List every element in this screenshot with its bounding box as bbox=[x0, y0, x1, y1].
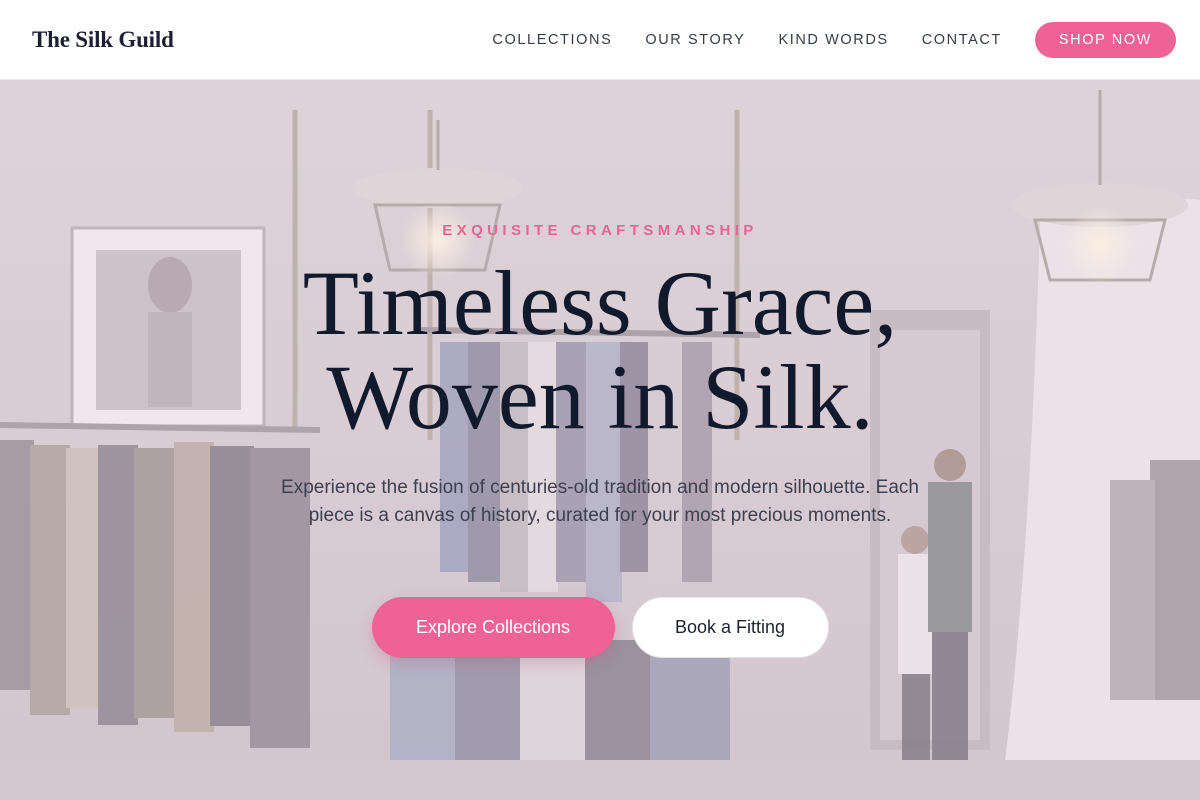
site-header: The Silk Guild COLLECTIONS OUR STORY KIN… bbox=[0, 0, 1200, 80]
hero-cta-group: Explore Collections Book a Fitting bbox=[0, 597, 1200, 658]
nav-contact[interactable]: CONTACT bbox=[922, 32, 1002, 48]
headline-line-1: Timeless Grace, bbox=[302, 252, 898, 354]
hero-headline: Timeless Grace, Woven in Silk. bbox=[0, 256, 1200, 444]
shop-now-button[interactable]: SHOP NOW bbox=[1034, 21, 1176, 58]
nav-collections[interactable]: COLLECTIONS bbox=[492, 32, 612, 48]
headline-line-2: Woven in Silk. bbox=[326, 346, 874, 448]
explore-collections-button[interactable]: Explore Collections bbox=[371, 597, 615, 658]
main-nav: COLLECTIONS OUR STORY KIND WORDS CONTACT bbox=[492, 32, 1001, 48]
hero-eyebrow: EXQUISITE CRAFTSMANSHIP bbox=[442, 222, 758, 239]
book-fitting-button[interactable]: Book a Fitting bbox=[631, 597, 829, 658]
hero-subtext: Experience the fusion of centuries-old t… bbox=[281, 477, 919, 526]
hero-section: EXQUISITE CRAFTSMANSHIP Timeless Grace, … bbox=[0, 80, 1200, 800]
brand-logo[interactable]: The Silk Guild bbox=[32, 27, 174, 53]
nav-our-story[interactable]: OUR STORY bbox=[645, 32, 745, 48]
nav-kind-words[interactable]: KIND WORDS bbox=[778, 32, 888, 48]
